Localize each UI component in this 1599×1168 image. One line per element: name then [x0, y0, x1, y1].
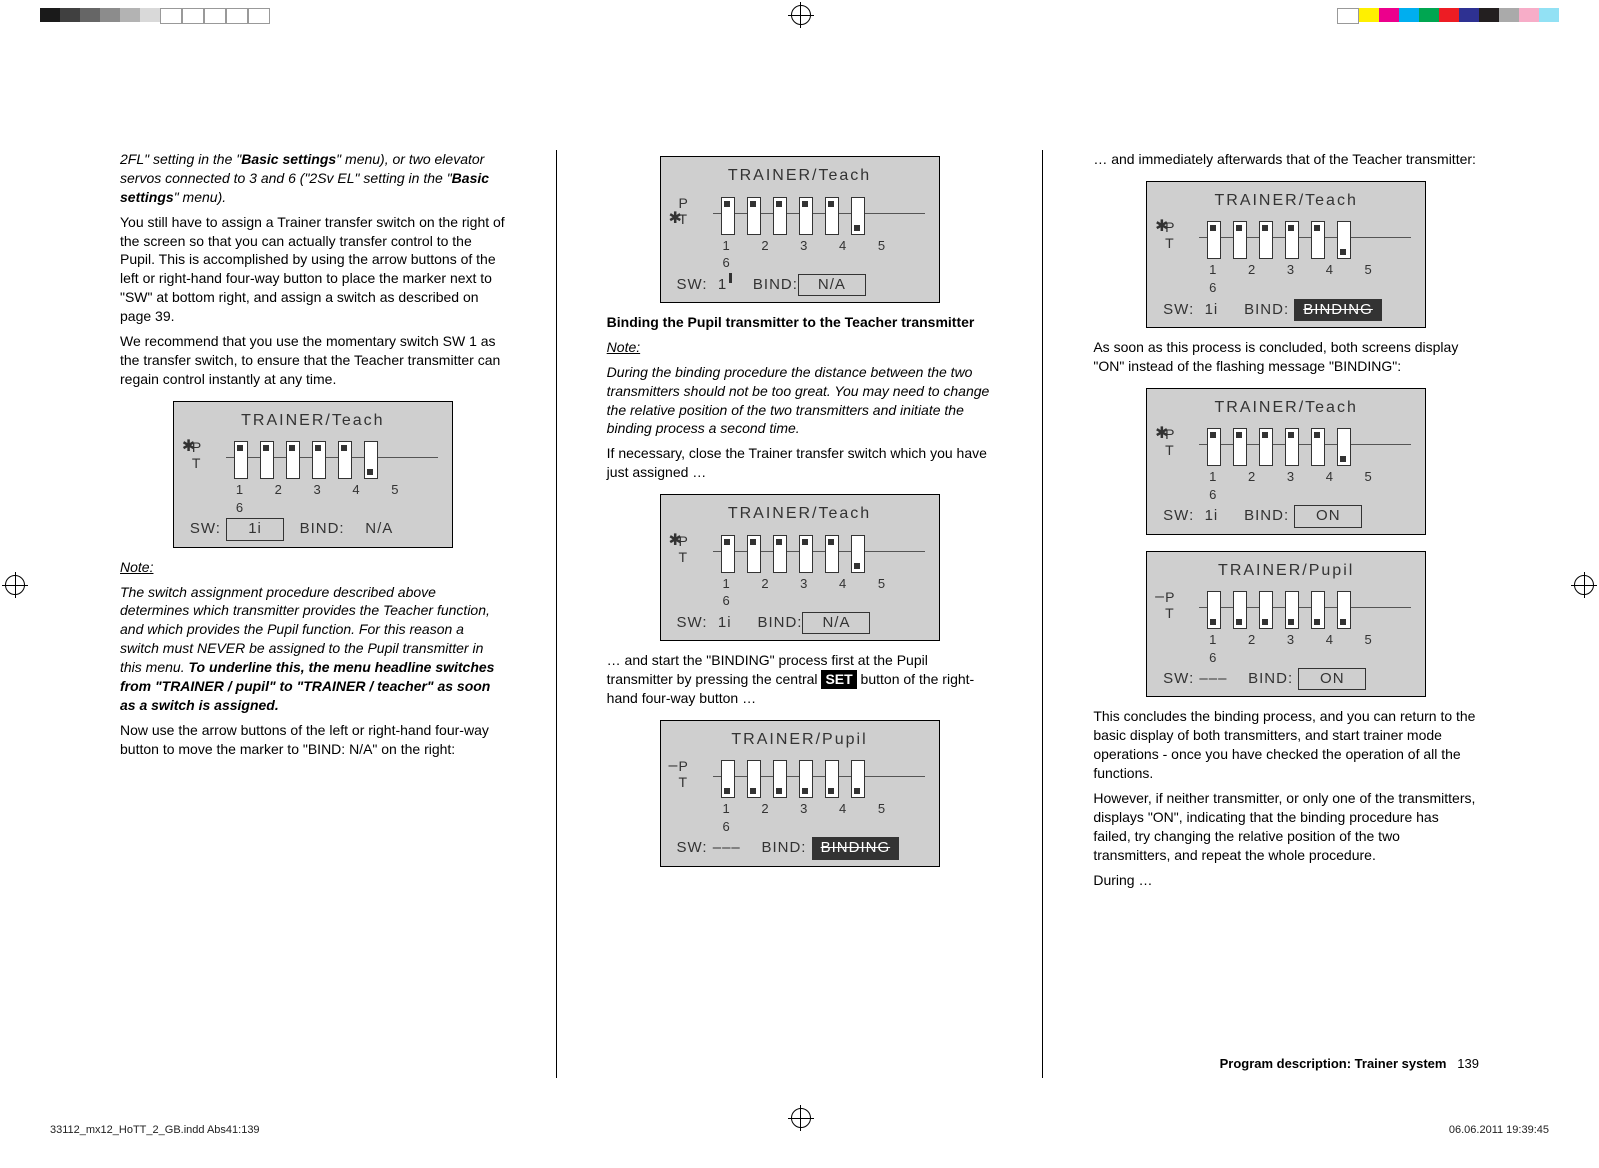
registration-mark-icon	[1574, 575, 1594, 595]
body-text: This concludes the binding process, and …	[1093, 707, 1479, 783]
note-label: Note:	[607, 338, 993, 357]
heading: Binding the Pupil transmitter to the Tea…	[607, 313, 993, 332]
body-text: … and immediately afterwards that of the…	[1093, 150, 1479, 169]
body-text: 2FL" setting in the "Basic settings" men…	[120, 150, 506, 207]
lcd-diagram-pupil: TRAINER/Pupil –PT 1 2 3 4 5 6 SW	[1146, 551, 1426, 698]
set-button-label: SET	[821, 670, 856, 689]
body-text: The switch assignment procedure describe…	[120, 583, 506, 715]
registration-mark-icon	[791, 1108, 811, 1128]
body-text: Now use the arrow buttons of the left or…	[120, 721, 506, 759]
lcd-diagram-teach: TRAINER/Teach P✱T 1 2 3 4 5 6 SW	[660, 156, 940, 303]
lcd-diagram-teach: TRAINER/Teach ✱PT 1 2 3 4 5 6 SW	[1146, 388, 1426, 535]
registration-mark-icon	[5, 575, 25, 595]
body-text: If necessary, close the Trainer transfer…	[607, 444, 993, 482]
lcd-diagram-teach: TRAINER/Teach ✱PT 1 2 3 4 5 6 SW	[173, 401, 453, 548]
footer-date: 06.06.2011 19:39:45	[1449, 1123, 1549, 1138]
body-text: However, if neither transmitter, or only…	[1093, 789, 1479, 865]
body-text: As soon as this process is concluded, bo…	[1093, 338, 1479, 376]
footer-section: Program description: Trainer system 139	[1220, 1055, 1479, 1073]
note-label: Note:	[120, 558, 506, 577]
lcd-diagram-teach: TRAINER/Teach ✱PT 1 2 3 4 5 6 SW	[1146, 181, 1426, 328]
body-text: During the binding procedure the distanc…	[607, 363, 993, 439]
body-text: During …	[1093, 871, 1479, 890]
lcd-diagram-pupil: TRAINER/Pupil –PT 1 2 3 4 5 6 SW	[660, 720, 940, 867]
body-text: We recommend that you use the momentary …	[120, 332, 506, 389]
registration-mark-icon	[791, 5, 811, 25]
column-3: … and immediately afterwards that of the…	[1093, 150, 1479, 1078]
body-text: You still have to assign a Trainer trans…	[120, 213, 506, 326]
body-text: … and start the "BINDING" process first …	[607, 651, 993, 708]
column-2: TRAINER/Teach P✱T 1 2 3 4 5 6 SW	[607, 150, 993, 1078]
footer-file: 33112_mx12_HoTT_2_GB.indd Abs41:139	[50, 1123, 260, 1138]
column-1: 2FL" setting in the "Basic settings" men…	[120, 150, 506, 1078]
lcd-diagram-teach: TRAINER/Teach ✱PT 1 2 3 4 5 6 SW	[660, 494, 940, 641]
